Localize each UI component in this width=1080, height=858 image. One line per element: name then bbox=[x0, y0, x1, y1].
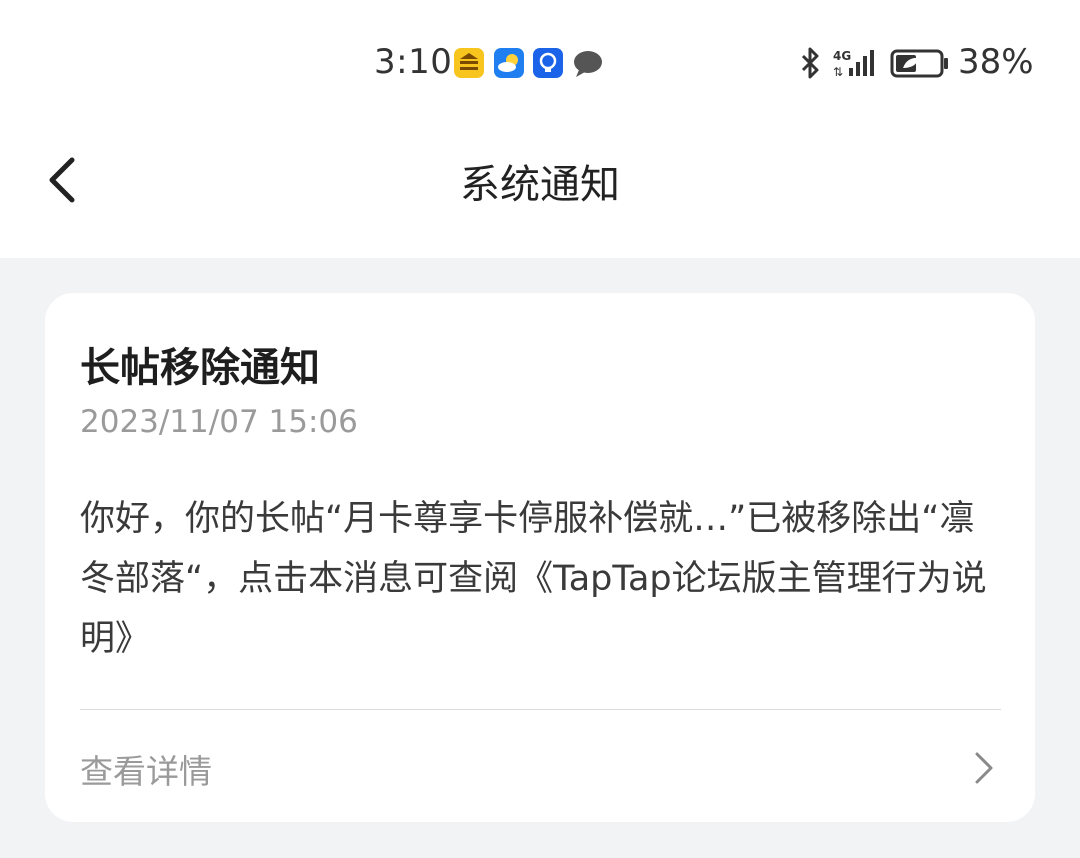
status-time: 3:10 bbox=[374, 42, 453, 82]
battery-icon bbox=[890, 49, 948, 78]
bulb-app-icon bbox=[533, 48, 563, 78]
weather-app-icon bbox=[494, 48, 524, 78]
page-title: 系统通知 bbox=[460, 162, 620, 208]
signal-icon: 4G ⇅ bbox=[833, 49, 874, 79]
svg-text:⇅: ⇅ bbox=[833, 65, 843, 79]
meituan-app-icon bbox=[454, 48, 484, 78]
chat-bubble-icon bbox=[571, 50, 605, 78]
status-icons: 4G ⇅ bbox=[801, 47, 948, 79]
view-details-link[interactable]: 查看详情 bbox=[45, 710, 1035, 822]
chevron-right-icon bbox=[975, 752, 993, 784]
notification-timestamp: 2023/11/07 15:06 bbox=[80, 404, 358, 440]
top-area: 3:10 4G ⇅ 38% 系统通知 bbox=[0, 0, 1080, 258]
svg-text:4G: 4G bbox=[833, 49, 851, 63]
view-details-label: 查看详情 bbox=[80, 752, 212, 791]
bluetooth-icon bbox=[801, 47, 819, 79]
notification-card[interactable]: 长帖移除通知 2023/11/07 15:06 你好，你的长帖“月卡尊享卡停服补… bbox=[45, 293, 1035, 822]
notification-body: 你好，你的长帖“月卡尊享卡停服补偿就…”已被移除出“凛冬部落“，点击本消息可查阅… bbox=[80, 499, 987, 659]
notification-title: 长帖移除通知 bbox=[80, 345, 320, 391]
battery-percent: 38% bbox=[958, 42, 1034, 82]
